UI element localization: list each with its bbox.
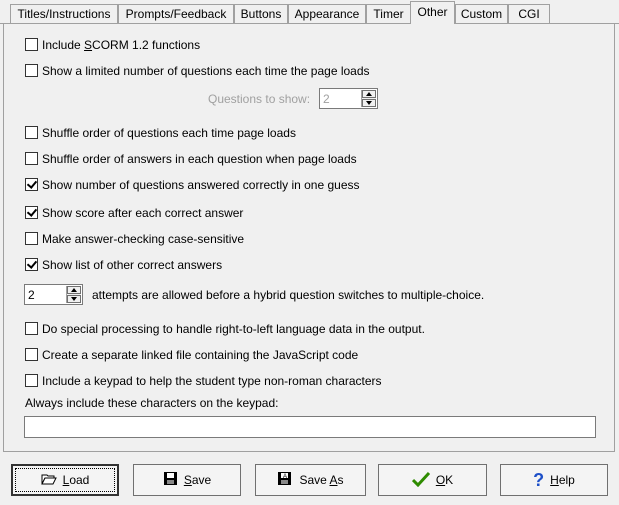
save-as-button-label: Save As	[299, 473, 344, 487]
attempts-stepper[interactable]: 2	[24, 284, 83, 305]
ok-button-label: OK	[435, 473, 454, 487]
questions-to-show-stepper[interactable]: 2	[319, 88, 378, 109]
tab-appearance[interactable]: Appearance	[288, 4, 366, 23]
tab-buttons[interactable]: Buttons	[234, 4, 288, 23]
keypad-checkbox[interactable]	[25, 374, 38, 387]
save-button-label: Save	[183, 473, 212, 487]
keypad-label[interactable]: Include a keypad to help the student typ…	[42, 374, 382, 388]
shuffle-questions-label[interactable]: Shuffle order of questions each time pag…	[42, 126, 296, 140]
shuffle-answers-checkbox[interactable]	[25, 152, 38, 165]
tab-custom[interactable]: Custom	[455, 4, 508, 23]
spin-up-icon[interactable]	[67, 286, 81, 294]
tab-strip: Titles/Instructions Prompts/Feedback But…	[0, 0, 619, 24]
limited-questions-checkbox[interactable]	[25, 64, 38, 77]
spin-down-icon[interactable]	[362, 99, 376, 107]
keypad-chars-label: Always include these characters on the k…	[25, 396, 279, 410]
show-score-checkbox[interactable]	[25, 206, 38, 219]
help-button[interactable]: ? Help	[500, 464, 608, 496]
blue-question-mark-icon: ?	[533, 469, 545, 490]
limited-questions-label[interactable]: Show a limited number of questions each …	[42, 64, 370, 78]
spin-down-icon[interactable]	[67, 295, 81, 303]
scorm-checkbox[interactable]	[25, 38, 38, 51]
rtl-checkbox[interactable]	[25, 322, 38, 335]
load-button[interactable]: Load	[11, 464, 119, 496]
tab-timer[interactable]: Timer	[366, 4, 411, 23]
tab-cgi[interactable]: CGI	[508, 4, 550, 23]
scorm-label[interactable]: Include SCORM 1.2 functions	[42, 38, 200, 52]
attempts-label: attempts are allowed before a hybrid que…	[92, 288, 485, 302]
floppy-disk-icon	[163, 471, 178, 489]
case-sensitive-checkbox[interactable]	[25, 232, 38, 245]
show-one-guess-label[interactable]: Show number of questions answered correc…	[42, 178, 360, 192]
save-as-button[interactable]: A Save As	[255, 464, 366, 496]
ok-button[interactable]: OK	[378, 464, 487, 496]
shuffle-questions-checkbox[interactable]	[25, 126, 38, 139]
keypad-chars-input[interactable]	[24, 416, 596, 438]
case-sensitive-label[interactable]: Make answer-checking case-sensitive	[42, 232, 244, 246]
show-other-answers-label[interactable]: Show list of other correct answers	[42, 258, 222, 272]
attempts-value: 2	[28, 288, 35, 302]
svg-text:A: A	[283, 474, 287, 480]
tab-titles-instructions[interactable]: Titles/Instructions	[10, 4, 118, 23]
tab-other[interactable]: Other	[410, 1, 455, 24]
save-button[interactable]: Save	[133, 464, 241, 496]
show-other-answers-checkbox[interactable]	[25, 258, 38, 271]
separate-js-checkbox[interactable]	[25, 348, 38, 361]
load-button-label: Load	[62, 473, 90, 487]
floppy-disk-as-icon: A	[277, 471, 293, 489]
questions-to-show-label: Questions to show:	[208, 92, 311, 106]
show-score-label[interactable]: Show score after each correct answer	[42, 206, 243, 220]
tab-prompts-feedback[interactable]: Prompts/Feedback	[118, 4, 234, 23]
help-button-label: Help	[550, 473, 575, 487]
separate-js-label[interactable]: Create a separate linked file containing…	[42, 348, 358, 362]
green-checkmark-icon	[411, 471, 430, 490]
spin-up-icon[interactable]	[362, 90, 376, 98]
show-one-guess-checkbox[interactable]	[25, 178, 38, 191]
folder-open-icon	[40, 472, 57, 489]
rtl-label[interactable]: Do special processing to handle right-to…	[42, 322, 425, 336]
shuffle-answers-label[interactable]: Shuffle order of answers in each questio…	[42, 152, 357, 166]
questions-to-show-value: 2	[323, 92, 330, 106]
